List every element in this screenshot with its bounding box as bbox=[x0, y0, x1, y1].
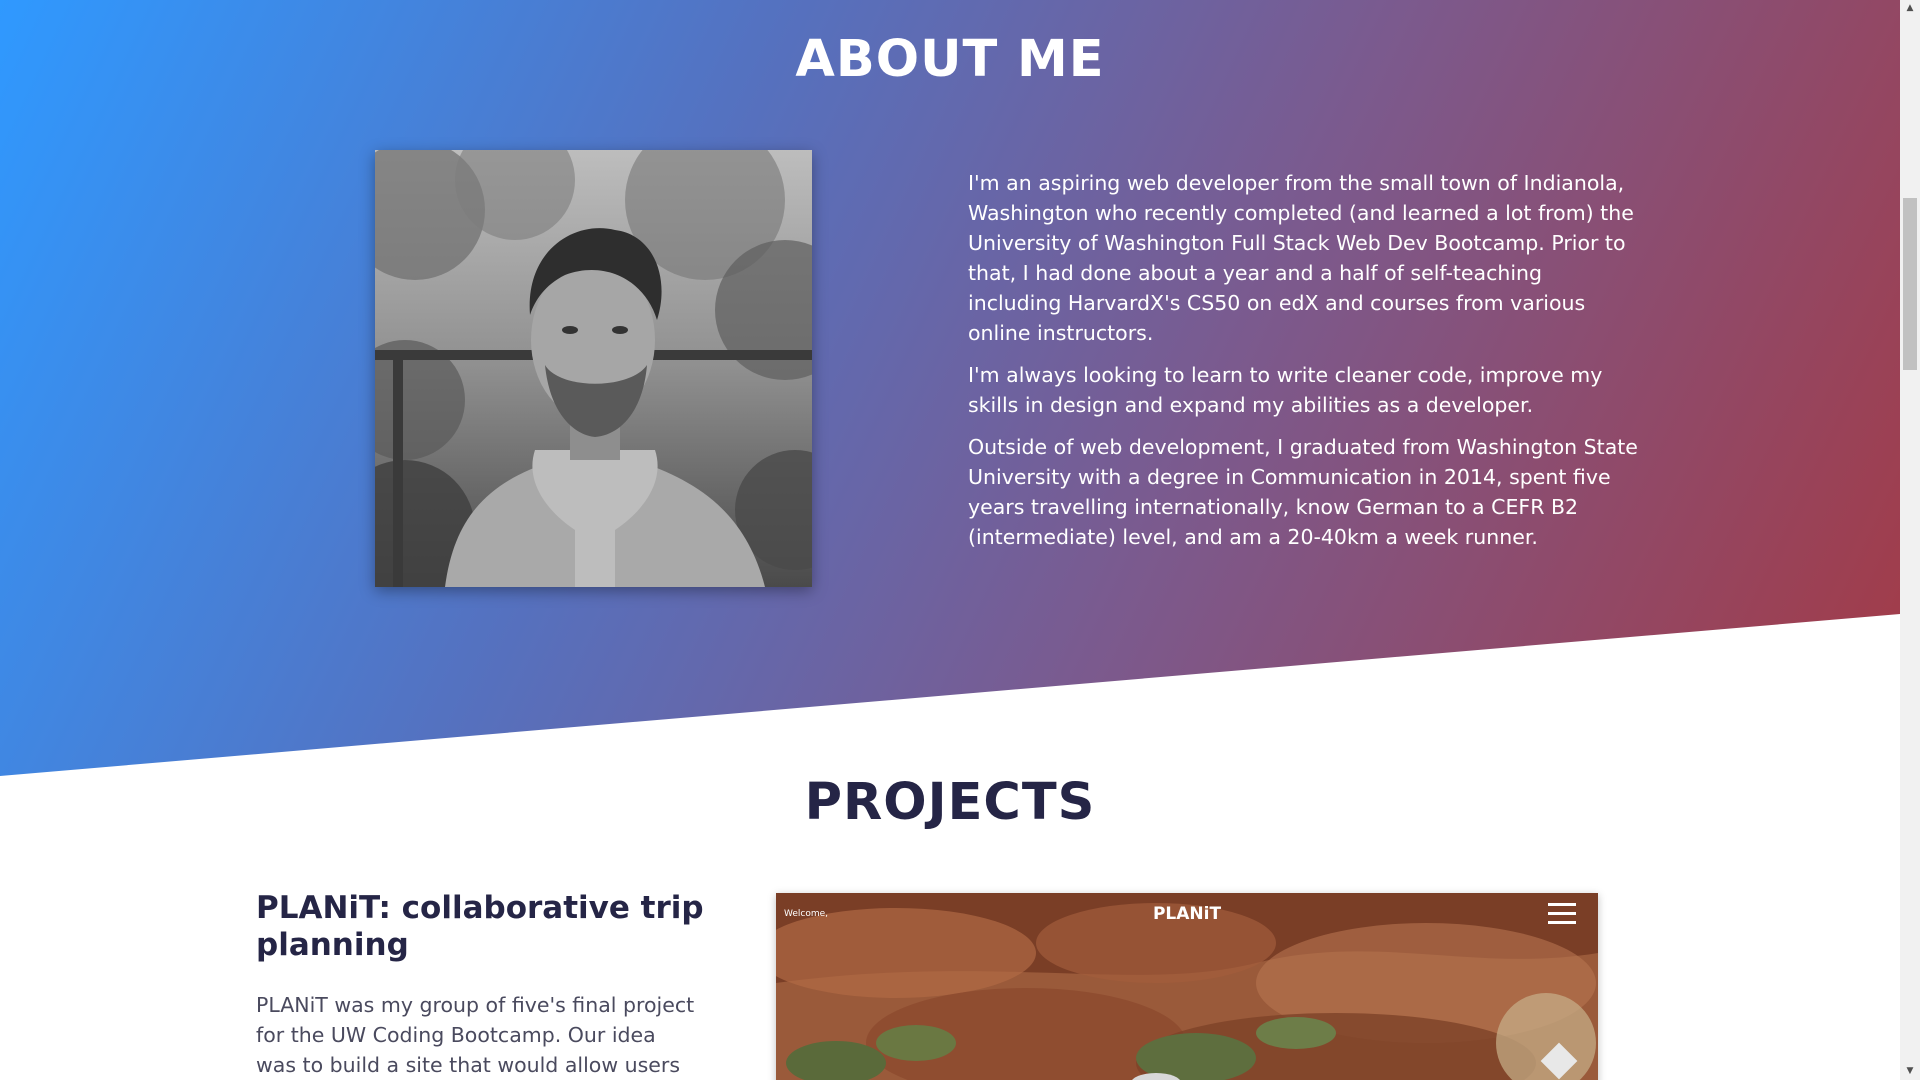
vertical-scrollbar[interactable]: ▲ ▼ bbox=[1900, 0, 1920, 1080]
portrait-illustration bbox=[375, 150, 812, 587]
project-screenshot[interactable]: Welcome, PLANiT bbox=[776, 893, 1598, 1080]
about-paragraph: Outside of web development, I graduated … bbox=[968, 435, 1638, 549]
project-title: PLANiT: collaborative trip planning bbox=[256, 890, 704, 963]
scroll-down-arrow-icon[interactable]: ▼ bbox=[1900, 1063, 1920, 1080]
profile-photo bbox=[375, 150, 812, 587]
page-content: ABOUT ME I'm an aspiring web developer f… bbox=[0, 0, 1900, 1080]
project-description: PLANiT was my group of five's final proj… bbox=[256, 993, 695, 1077]
hamburger-menu-icon bbox=[1548, 903, 1576, 925]
about-title: ABOUT ME bbox=[795, 30, 1105, 89]
scroll-up-arrow-icon[interactable]: ▲ bbox=[1900, 0, 1920, 17]
screenshot-brand-logo: PLANiT bbox=[1152, 904, 1222, 924]
about-description: I'm an aspiring web developer from the s… bbox=[968, 168, 1638, 564]
scrollbar-thumb[interactable] bbox=[1903, 198, 1917, 370]
projects-title: PROJECTS bbox=[804, 773, 1096, 832]
about-paragraph: I'm an aspiring web developer from the s… bbox=[968, 171, 1634, 345]
about-paragraph: I'm always looking to learn to write cle… bbox=[968, 363, 1603, 417]
browser-viewport: ABOUT ME I'm an aspiring web developer f… bbox=[0, 0, 1920, 1080]
